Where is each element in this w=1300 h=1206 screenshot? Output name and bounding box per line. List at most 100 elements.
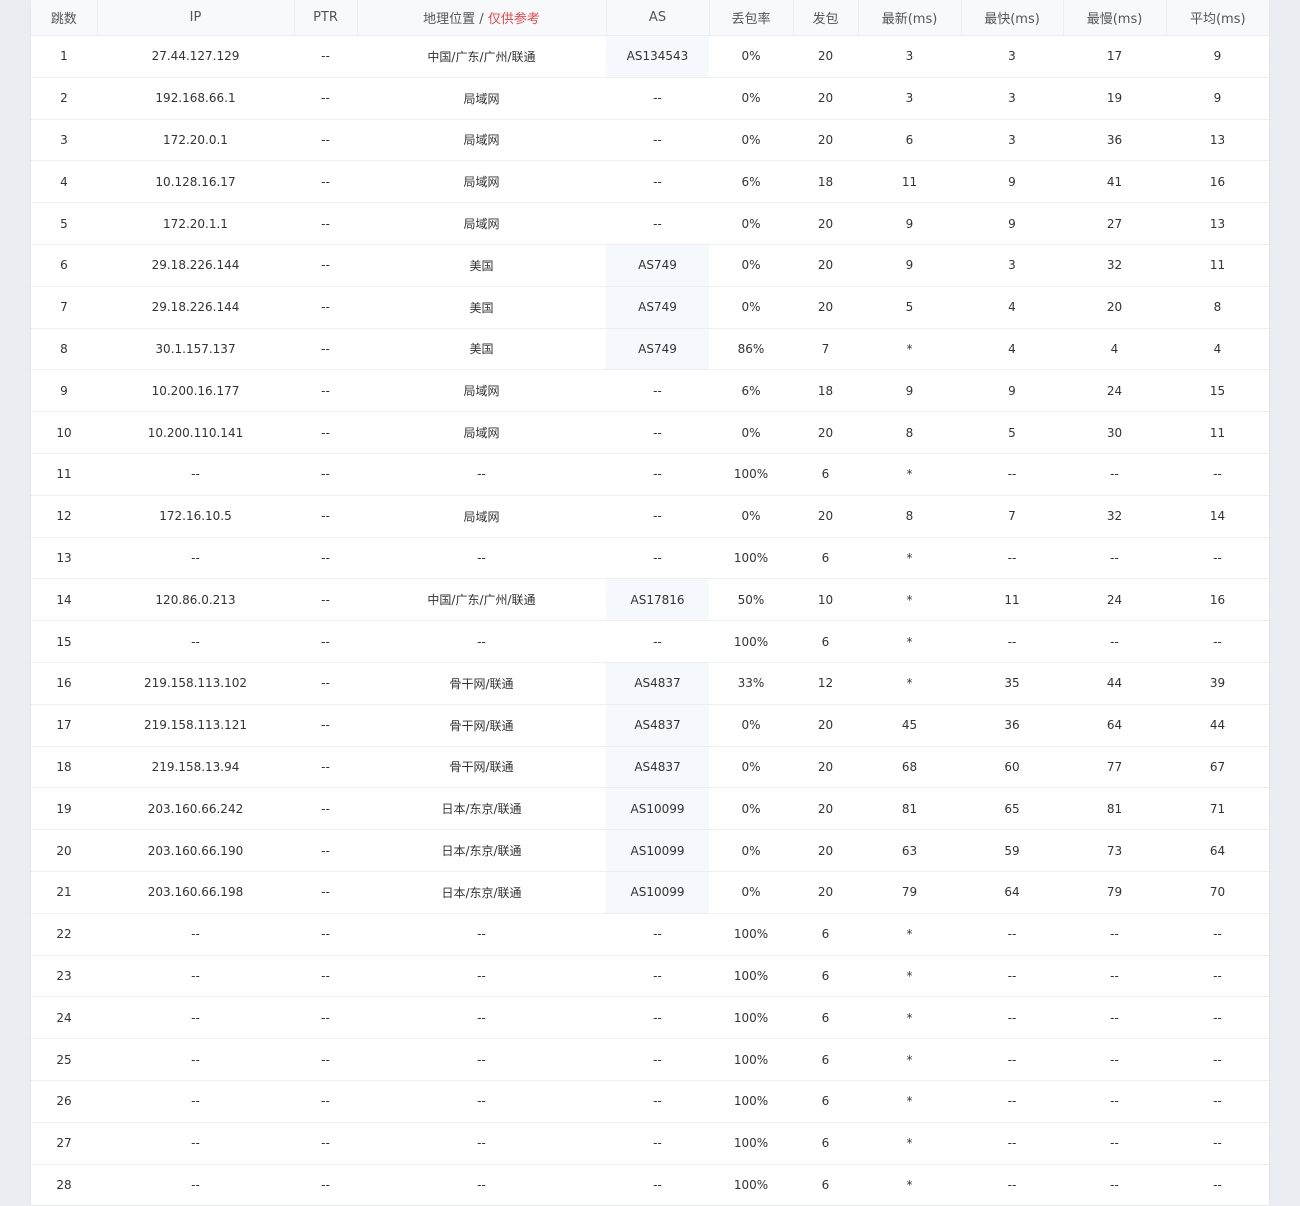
cell-worst: -- bbox=[1063, 620, 1166, 663]
cell-best: -- bbox=[961, 1038, 1063, 1081]
cell-last: 11 bbox=[858, 160, 961, 203]
cell-avg: -- bbox=[1166, 996, 1269, 1039]
cell-ip: 29.18.226.144 bbox=[97, 243, 294, 287]
cell-ip: -- bbox=[97, 996, 294, 1039]
table-row: 1 27.44.127.129 -- 中国/广东/广州/联通 AS134543 0% 20 3… bbox=[31, 35, 1269, 78]
cell-as: -- bbox=[606, 160, 709, 203]
cell-hop: 9 bbox=[31, 369, 97, 412]
cell-geo: -- bbox=[357, 536, 606, 579]
table-row: 5 172.20.1.1 -- 局域网 -- 0% 20 9 9 27 13 bbox=[31, 202, 1269, 245]
cell-last: * bbox=[858, 1163, 961, 1206]
cell-sent: 7 bbox=[793, 327, 858, 370]
cell-hop: 5 bbox=[31, 202, 97, 245]
cell-ptr: -- bbox=[294, 369, 357, 412]
as-number-link[interactable]: AS134543 bbox=[606, 35, 709, 78]
cell-hop: 4 bbox=[31, 160, 97, 203]
cell-avg: -- bbox=[1166, 954, 1269, 997]
cell-geo: 局域网 bbox=[357, 494, 606, 538]
cell-hop: 6 bbox=[31, 243, 97, 287]
table-row: 21 203.160.66.198 -- 日本/东京/联通 AS10099 0% 20 79 6… bbox=[31, 870, 1269, 914]
header-worst: 最慢(ms) bbox=[1063, 0, 1167, 36]
cell-hop: 15 bbox=[31, 620, 97, 663]
cell-hop: 26 bbox=[31, 1079, 97, 1123]
cell-worst: 24 bbox=[1063, 369, 1166, 412]
cell-ip: 219.158.113.121 bbox=[97, 703, 294, 747]
table-row: 16 219.158.113.102 -- 骨干网/联通 AS4837 33% 12 * 35 4… bbox=[31, 661, 1269, 705]
cell-geo: 日本/东京/联通 bbox=[357, 787, 606, 830]
table-row: 27 -- -- -- -- 100% 6 * -- -- -- bbox=[31, 1121, 1269, 1165]
as-number-link[interactable]: AS4837 bbox=[606, 703, 709, 747]
cell-best: 3 bbox=[961, 35, 1063, 78]
header-avg: 平均(ms) bbox=[1166, 0, 1269, 36]
cell-ptr: -- bbox=[294, 996, 357, 1039]
cell-ip: -- bbox=[97, 452, 294, 496]
cell-sent: 6 bbox=[793, 452, 858, 496]
as-number-link[interactable]: AS10099 bbox=[606, 870, 709, 914]
cell-avg: -- bbox=[1166, 452, 1269, 496]
as-number-link[interactable]: AS4837 bbox=[606, 661, 709, 705]
cell-ip: -- bbox=[97, 1163, 294, 1206]
cell-last: * bbox=[858, 327, 961, 370]
cell-hop: 27 bbox=[31, 1121, 97, 1165]
header-geo-label: 地理位置 bbox=[423, 12, 476, 27]
cell-geo: 骨干网/联通 bbox=[357, 703, 606, 747]
cell-ptr: -- bbox=[294, 494, 357, 538]
cell-as: -- bbox=[606, 1121, 709, 1165]
cell-best: 9 bbox=[961, 160, 1063, 203]
cell-best: 3 bbox=[961, 76, 1063, 120]
table-row: 18 219.158.13.94 -- 骨干网/联通 AS4837 0% 20 68 60 77 6… bbox=[31, 745, 1269, 788]
cell-sent: 6 bbox=[793, 1121, 858, 1165]
cell-avg: 13 bbox=[1166, 118, 1269, 161]
cell-worst: 64 bbox=[1063, 703, 1166, 747]
cell-ip: -- bbox=[97, 1121, 294, 1165]
cell-best: 9 bbox=[961, 369, 1063, 412]
table-row: 9 10.200.16.177 -- 局域网 -- 6% 18 9 9 24 15 bbox=[31, 369, 1269, 412]
cell-geo: -- bbox=[357, 996, 606, 1039]
cell-best: -- bbox=[961, 954, 1063, 997]
as-number-link[interactable]: AS10099 bbox=[606, 829, 709, 872]
cell-sent: 6 bbox=[793, 996, 858, 1039]
cell-avg: 9 bbox=[1166, 35, 1269, 78]
cell-ip: -- bbox=[97, 954, 294, 997]
as-number-link[interactable]: AS749 bbox=[606, 243, 709, 287]
cell-as: -- bbox=[606, 369, 709, 412]
cell-worst: 19 bbox=[1063, 76, 1166, 120]
cell-hop: 17 bbox=[31, 703, 97, 747]
cell-avg: 44 bbox=[1166, 703, 1269, 747]
as-number-link[interactable]: AS17816 bbox=[606, 578, 709, 621]
cell-ptr: -- bbox=[294, 745, 357, 788]
cell-worst: -- bbox=[1063, 912, 1166, 956]
cell-geo: -- bbox=[357, 452, 606, 496]
cell-ip: 29.18.226.144 bbox=[97, 285, 294, 329]
cell-geo: -- bbox=[357, 1038, 606, 1081]
cell-loss: 100% bbox=[709, 452, 793, 496]
cell-last: 8 bbox=[858, 494, 961, 538]
cell-last: * bbox=[858, 578, 961, 621]
cell-avg: 70 bbox=[1166, 870, 1269, 914]
cell-hop: 23 bbox=[31, 954, 97, 997]
cell-as: -- bbox=[606, 536, 709, 579]
header-geo: 地理位置 / 仅供参考 bbox=[357, 0, 607, 36]
as-number-link[interactable]: AS4837 bbox=[606, 745, 709, 788]
cell-as: -- bbox=[606, 912, 709, 956]
as-number-link[interactable]: AS10099 bbox=[606, 787, 709, 830]
cell-worst: 77 bbox=[1063, 745, 1166, 788]
cell-avg: 67 bbox=[1166, 745, 1269, 788]
cell-ptr: -- bbox=[294, 1079, 357, 1123]
cell-ip: -- bbox=[97, 536, 294, 579]
cell-best: 11 bbox=[961, 578, 1063, 621]
as-number-link[interactable]: AS749 bbox=[606, 285, 709, 329]
cell-hop: 20 bbox=[31, 829, 97, 872]
cell-loss: 0% bbox=[709, 118, 793, 161]
cell-ip: 10.128.16.17 bbox=[97, 160, 294, 203]
cell-geo: 中国/广东/广州/联通 bbox=[357, 578, 606, 621]
table-row: 6 29.18.226.144 -- 美国 AS749 0% 20 9 3 32 11 bbox=[31, 243, 1269, 287]
cell-ip: 219.158.13.94 bbox=[97, 745, 294, 788]
cell-hop: 24 bbox=[31, 996, 97, 1039]
cell-loss: 86% bbox=[709, 327, 793, 370]
cell-hop: 10 bbox=[31, 411, 97, 454]
cell-avg: 15 bbox=[1166, 369, 1269, 412]
cell-avg: 16 bbox=[1166, 578, 1269, 621]
as-number-link[interactable]: AS749 bbox=[606, 327, 709, 370]
cell-ptr: -- bbox=[294, 620, 357, 663]
